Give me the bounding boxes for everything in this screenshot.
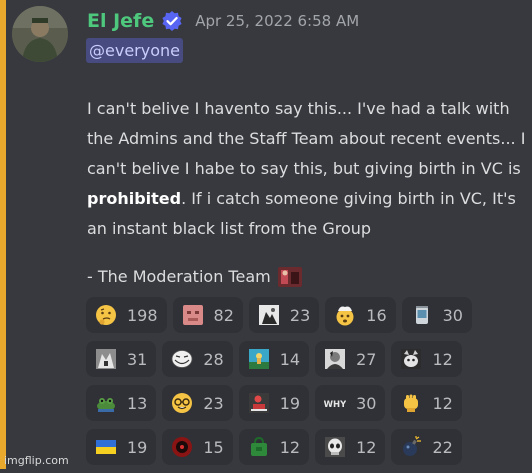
reaction-count: 12 [279, 437, 301, 457]
raised-fist-emoji-icon [400, 392, 422, 414]
reaction-pink-face[interactable]: 82 [172, 297, 243, 333]
reaction-count: 12 [356, 437, 377, 457]
everyone-mention[interactable]: @everyone [86, 38, 183, 63]
reaction-count: 28 [203, 349, 224, 369]
signoff-line: - The Moderation Team [87, 262, 303, 292]
cat-face-emoji-icon [400, 348, 422, 370]
reaction-count: 19 [279, 393, 301, 413]
ukraine-flag-emoji-icon [95, 436, 117, 458]
frog-emoji-icon [95, 392, 117, 414]
reaction-count: 15 [203, 437, 224, 457]
reaction-count: 23 [289, 305, 311, 325]
reaction-why-text[interactable]: WHY 30 [315, 385, 386, 421]
reaction-portrait[interactable]: 27 [315, 341, 386, 377]
timestamp: Apr 25, 2022 6:58 AM [195, 12, 360, 30]
message-body: I can't belive I havento say this... I'v… [87, 94, 527, 244]
reaction-count: 13 [127, 393, 148, 413]
reaction-count: 30 [442, 305, 463, 325]
reaction-ukraine-flag[interactable]: 19 [86, 429, 157, 465]
reaction-count: 82 [213, 305, 234, 325]
mention-highlight-bar [0, 0, 6, 469]
reaction-count: 19 [127, 437, 148, 457]
gray-photo-emoji-icon [95, 348, 117, 370]
reaction-row: 198 82 23 16 30 [86, 297, 532, 333]
portrait-emoji-icon [324, 348, 346, 370]
reaction-count: 16 [366, 305, 387, 325]
avatar[interactable] [12, 6, 68, 62]
reaction-exploding-head[interactable]: 16 [325, 297, 396, 333]
reaction-red-orb[interactable]: 15 [162, 429, 233, 465]
message-text-part1: I can't belive I havento say this... I'v… [87, 99, 526, 178]
reaction-thinking[interactable]: 198 [86, 297, 167, 333]
reaction-green-bag[interactable]: 12 [238, 429, 310, 465]
reaction-count: 198 [127, 305, 158, 325]
why-emoji-label: WHY [324, 400, 346, 410]
message-text-bold: prohibited [87, 189, 182, 208]
reaction-landscape[interactable]: 14 [238, 341, 310, 377]
green-bag-emoji-icon [248, 436, 270, 458]
reaction-frog[interactable]: 13 [86, 385, 157, 421]
watermark: imgflip.com [4, 454, 69, 467]
reaction-count: 22 [432, 437, 453, 457]
bomb-emoji-icon [400, 436, 422, 458]
verified-badge-icon [161, 10, 183, 32]
reactions-bar: 198 82 23 16 30 31 28 14 27 12 13 23 19 … [86, 297, 532, 473]
landscape-emoji-icon [248, 348, 270, 370]
reaction-raised-fist[interactable]: 12 [391, 385, 462, 421]
message-header: El Jefe Apr 25, 2022 6:58 AM [87, 6, 359, 36]
trollface-emoji-icon [171, 348, 193, 370]
reaction-bomb[interactable]: 22 [391, 429, 462, 465]
reaction-count: 27 [356, 349, 377, 369]
cup-emoji-icon [411, 304, 433, 326]
reaction-cat-face[interactable]: 12 [391, 341, 462, 377]
reaction-count: 12 [432, 393, 453, 413]
username[interactable]: El Jefe [87, 10, 154, 32]
reaction-row: 19 15 12 12 22 [86, 429, 532, 465]
reaction-count: 30 [356, 393, 377, 413]
red-figure-emoji-icon [248, 392, 270, 414]
exploding-head-emoji-icon [334, 304, 356, 326]
custom-image-emoji-icon [277, 266, 303, 288]
red-orb-emoji-icon [171, 436, 193, 458]
reaction-trollface[interactable]: 28 [162, 341, 233, 377]
reaction-count: 31 [127, 349, 148, 369]
thinking-emoji-icon [95, 304, 117, 326]
reaction-nerd-face[interactable]: 23 [162, 385, 233, 421]
message-container: El Jefe Apr 25, 2022 6:58 AM @everyone I… [0, 0, 532, 469]
skull-mask-emoji-icon [324, 436, 346, 458]
reaction-row: 31 28 14 27 12 [86, 341, 532, 377]
signoff-text: - The Moderation Team [87, 267, 271, 286]
reaction-row: 13 23 19 WHY 30 12 [86, 385, 532, 421]
reaction-gray-photo[interactable]: 31 [86, 341, 157, 377]
pink-face-emoji-icon [182, 304, 204, 326]
reaction-skull-mask[interactable]: 12 [315, 429, 386, 465]
reaction-red-figure[interactable]: 19 [238, 385, 310, 421]
reaction-count: 14 [279, 349, 301, 369]
why-text-emoji-icon: WHY [324, 392, 347, 414]
nerd-face-emoji-icon [171, 392, 193, 414]
reaction-cup[interactable]: 30 [401, 297, 472, 333]
reaction-count: 12 [432, 349, 453, 369]
reaction-count: 23 [203, 393, 224, 413]
reaction-photo[interactable]: 23 [248, 297, 320, 333]
photo-emoji-icon [258, 304, 280, 326]
